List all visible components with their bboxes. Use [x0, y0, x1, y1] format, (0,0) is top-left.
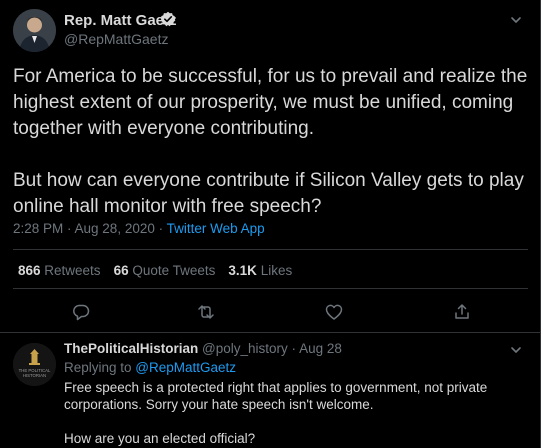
likes-stat[interactable]: 3.1K Likes — [228, 263, 292, 278]
reply-paragraph: Free speech is a protected right that ap… — [64, 380, 488, 412]
likes-count: 3.1K — [228, 263, 257, 278]
divider — [0, 332, 541, 333]
engagement-stats: 866 Retweets 66 Quote Tweets 3.1K Likes — [18, 263, 292, 278]
retweets-stat[interactable]: 866 Retweets — [18, 263, 101, 278]
reply-author-handle[interactable]: @poly_history — [202, 341, 288, 356]
share-icon[interactable] — [452, 302, 472, 322]
verified-badge-icon — [160, 11, 176, 27]
quote-tweets-label: Quote Tweets — [128, 263, 216, 278]
tweet-paragraph: But how can everyone contribute if Silic… — [13, 170, 524, 217]
replying-to-prefix: Replying to — [64, 360, 136, 375]
political-historian-logo: THE POLITICAL HISTORIAN — [13, 343, 56, 386]
reply-author-name[interactable]: ThePoliticalHistorian — [64, 341, 198, 356]
tweet-timestamp[interactable]: 2:28 PM · Aug 28, 2020 · — [13, 221, 167, 236]
author-portrait-image — [13, 9, 56, 52]
avatar[interactable] — [13, 9, 56, 52]
reply-header: ThePoliticalHistorian @poly_history · Au… — [64, 341, 342, 356]
author-handle[interactable]: @RepMattGaetz — [64, 31, 168, 47]
reply-date[interactable]: Aug 28 — [299, 341, 342, 356]
retweets-label: Retweets — [40, 263, 101, 278]
replying-to-link[interactable]: @RepMattGaetz — [135, 360, 236, 375]
svg-text:HISTORIAN: HISTORIAN — [23, 373, 46, 378]
reply-paragraph: How are you an elected official? — [64, 431, 256, 446]
comment-icon[interactable] — [71, 302, 91, 322]
chevron-down-icon[interactable] — [509, 343, 523, 357]
tweet-paragraph: For America to be successful, for us to … — [13, 66, 528, 139]
replying-to: Replying to @RepMattGaetz — [64, 360, 236, 375]
tweet-metadata: 2:28 PM · Aug 28, 2020 · Twitter Web App — [13, 221, 265, 236]
retweets-count: 866 — [18, 263, 41, 278]
chevron-down-icon[interactable] — [509, 13, 523, 27]
heart-icon[interactable] — [324, 302, 344, 322]
divider — [13, 288, 528, 289]
quote-tweets-stat[interactable]: 66 Quote Tweets — [114, 263, 216, 278]
tweet-source-link[interactable]: Twitter Web App — [167, 221, 265, 236]
reply-avatar[interactable]: THE POLITICAL HISTORIAN — [13, 343, 56, 386]
tweet-text: For America to be successful, for us to … — [13, 64, 528, 220]
retweet-icon[interactable] — [196, 302, 216, 322]
tweet-thread: Rep. Matt Gaetz @RepMattGaetz For Americ… — [0, 0, 541, 448]
reply-text: Free speech is a protected right that ap… — [64, 379, 524, 447]
likes-label: Likes — [256, 263, 293, 278]
divider — [13, 249, 528, 250]
quote-tweets-count: 66 — [113, 263, 129, 278]
